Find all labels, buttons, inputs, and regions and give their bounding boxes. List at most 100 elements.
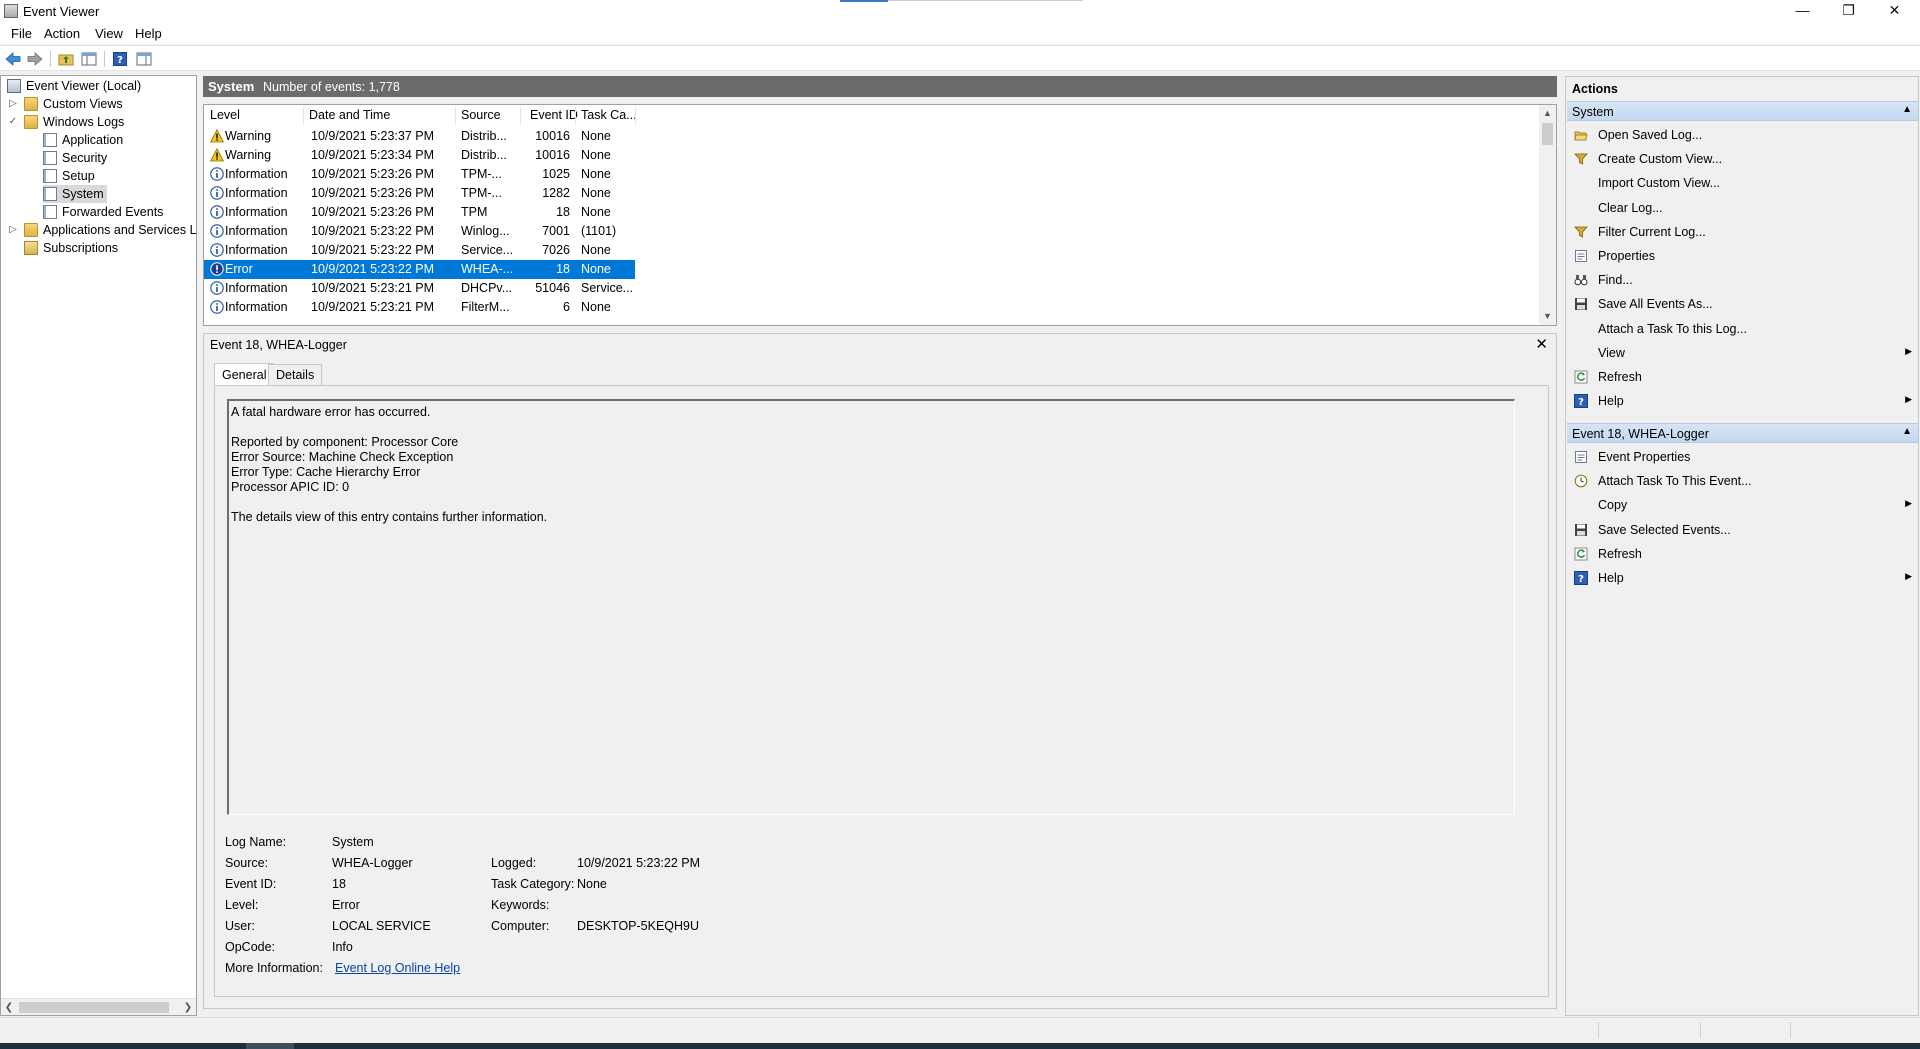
- tab-general[interactable]: General: [214, 363, 275, 386]
- event-viewer-app-icon: [4, 4, 18, 18]
- tree-item-forwarded-events[interactable]: Forwarded Events: [43, 203, 163, 221]
- cell-source: Distrib...: [461, 148, 507, 162]
- tree-item-label: Forwarded Events: [62, 205, 164, 219]
- event-list[interactable]: Level Date and Time Source Event ID Task…: [203, 104, 1557, 326]
- scroll-down-icon[interactable]: ▼: [1539, 308, 1556, 325]
- forward-button[interactable]: [26, 50, 44, 68]
- tree-item-applications-services[interactable]: Applications and Services Lo: [24, 221, 196, 239]
- tree-horizontal-scrollbar[interactable]: ❮ ❯: [1, 998, 196, 1015]
- cell-source: TPM-...: [461, 167, 502, 181]
- tree-item-subscriptions[interactable]: Subscriptions: [24, 239, 118, 257]
- column-header-task-category[interactable]: Task Ca...: [576, 108, 637, 122]
- collapse-up-icon[interactable]: ▲: [1902, 426, 1912, 437]
- close-button[interactable]: ✕: [1872, 0, 1917, 22]
- expand-chevron-icon[interactable]: ▷: [8, 95, 18, 113]
- table-row[interactable]: Information 10/9/2021 5:23:26 PM TPM-... 10…: [204, 165, 635, 184]
- back-button[interactable]: [4, 50, 22, 68]
- title-bar: Event Viewer — ❐ ✕: [0, 0, 1920, 22]
- console-tree[interactable]: Event Viewer (Local) ▷ Custom Views ✓ Wi…: [0, 75, 197, 1016]
- action-open-saved-log[interactable]: Open Saved Log...: [1567, 125, 1918, 145]
- column-divider[interactable]: [635, 107, 636, 125]
- action-create-custom-view[interactable]: Create Custom View...: [1567, 149, 1918, 169]
- table-row[interactable]: Error 10/9/2021 5:23:22 PM WHEA-... 18 None: [204, 260, 635, 279]
- tree-item-custom-views[interactable]: Custom Views: [24, 95, 123, 113]
- action-help[interactable]: ? Help ▶: [1567, 391, 1918, 411]
- table-row[interactable]: Information 10/9/2021 5:23:26 PM TPM 18 None: [204, 203, 635, 222]
- scroll-left-icon[interactable]: ❮: [1, 999, 17, 1015]
- help-button[interactable]: ?: [111, 50, 129, 68]
- taskbar-active-app[interactable]: [246, 1043, 294, 1049]
- up-one-level-button[interactable]: [57, 50, 75, 68]
- info-icon: [210, 300, 224, 314]
- column-divider[interactable]: [520, 107, 521, 125]
- table-row[interactable]: Information 10/9/2021 5:23:26 PM TPM-... 12…: [204, 184, 635, 203]
- action-attach-task-to-this-event[interactable]: Attach Task To This Event...: [1567, 471, 1918, 491]
- action-label: Create Custom View...: [1598, 152, 1723, 167]
- tree-item-security[interactable]: Security: [43, 149, 107, 167]
- action-import-custom-view[interactable]: Import Custom View...: [1567, 173, 1918, 193]
- more-information-label: More Information:: [225, 961, 323, 975]
- tree-item-setup[interactable]: Setup: [43, 167, 95, 185]
- tree-item-windows-logs[interactable]: Windows Logs: [24, 113, 124, 131]
- action-filter-current-log[interactable]: Filter Current Log...: [1567, 222, 1918, 242]
- action-find[interactable]: Find...: [1567, 270, 1918, 290]
- menu-bar: File Action View Help: [0, 22, 1920, 44]
- action-label: Refresh: [1598, 546, 1642, 561]
- collapse-chevron-icon[interactable]: ✓: [8, 113, 18, 131]
- action-copy[interactable]: Copy ▶: [1567, 495, 1918, 515]
- show-hide-tree-button[interactable]: [80, 50, 98, 68]
- column-header-source[interactable]: Source: [456, 108, 501, 122]
- action-help[interactable]: ? Help ▶: [1567, 568, 1918, 588]
- tree-item-event-viewer-local[interactable]: Event Viewer (Local): [7, 77, 141, 95]
- cell-level: Warning: [225, 129, 272, 143]
- minimize-button[interactable]: —: [1780, 0, 1825, 22]
- close-detail-icon[interactable]: ✕: [1535, 335, 1548, 353]
- collapse-up-icon[interactable]: ▲: [1902, 104, 1912, 115]
- tree-item-system[interactable]: System: [43, 185, 107, 203]
- show-hide-action-pane-button[interactable]: [135, 50, 153, 68]
- action-attach-a-task-to-this-log[interactable]: Attach a Task To this Log...: [1567, 319, 1918, 339]
- event-list-vertical-scrollbar[interactable]: ▲ ▼: [1539, 105, 1556, 325]
- scroll-up-icon[interactable]: ▲: [1539, 105, 1556, 122]
- menu-file[interactable]: File: [11, 26, 32, 41]
- cell-task-category: None: [581, 300, 611, 314]
- menu-view[interactable]: View: [95, 26, 123, 41]
- action-save-all-events-as[interactable]: Save All Events As...: [1567, 294, 1918, 314]
- filter-icon: [1574, 225, 1588, 239]
- scroll-right-icon[interactable]: ❯: [180, 999, 196, 1015]
- logged-value: 10/9/2021 5:23:22 PM: [577, 856, 701, 870]
- tree-item-label: Windows Logs: [43, 115, 125, 129]
- action-refresh[interactable]: Refresh: [1567, 367, 1918, 387]
- action-label: View: [1598, 345, 1625, 360]
- table-row[interactable]: Warning 10/9/2021 5:23:37 PM Distrib... 100…: [204, 127, 635, 146]
- column-header-level[interactable]: Level: [205, 108, 240, 122]
- tree-item-application[interactable]: Application: [43, 131, 123, 149]
- table-row[interactable]: Information 10/9/2021 5:23:22 PM Winlog...…: [204, 222, 635, 241]
- scrollbar-thumb[interactable]: [19, 1002, 169, 1013]
- menu-help[interactable]: Help: [135, 26, 162, 41]
- restore-button[interactable]: ❐: [1826, 0, 1871, 22]
- scrollbar-thumb[interactable]: [1542, 123, 1553, 145]
- event-detail-pane: Event 18, WHEA-Logger ✕ General Details …: [203, 333, 1557, 1009]
- action-properties[interactable]: Properties: [1567, 246, 1918, 266]
- action-save-selected-events[interactable]: Save Selected Events...: [1567, 520, 1918, 540]
- menu-action[interactable]: Action: [44, 26, 80, 41]
- column-header-event-id[interactable]: Event ID: [525, 108, 578, 122]
- actions-section-system[interactable]: System ▲: [1567, 101, 1918, 121]
- table-row[interactable]: Information 10/9/2021 5:23:22 PM Service..…: [204, 241, 635, 260]
- action-clear-log[interactable]: Clear Log...: [1567, 198, 1918, 218]
- action-refresh[interactable]: Refresh: [1567, 544, 1918, 564]
- keywords-label: Keywords:: [491, 898, 550, 912]
- expand-chevron-icon[interactable]: ▷: [8, 221, 18, 239]
- tab-details[interactable]: Details: [268, 364, 323, 386]
- table-row[interactable]: Information 10/9/2021 5:23:21 PM DHCPv... 5…: [204, 279, 635, 298]
- restore-icon: ❐: [1842, 2, 1855, 18]
- action-view[interactable]: View ▶: [1567, 343, 1918, 363]
- table-row[interactable]: Information 10/9/2021 5:23:21 PM FilterM..…: [204, 298, 635, 317]
- action-event-properties[interactable]: Event Properties: [1567, 447, 1918, 467]
- event-description[interactable]: A fatal hardware error has occurred. Rep…: [227, 399, 1515, 815]
- actions-section-event[interactable]: Event 18, WHEA-Logger ▲: [1567, 423, 1918, 443]
- table-row[interactable]: Warning 10/9/2021 5:23:34 PM Distrib... 100…: [204, 146, 635, 165]
- event-log-online-help-link[interactable]: Event Log Online Help: [335, 961, 460, 975]
- column-header-date[interactable]: Date and Time: [304, 108, 390, 122]
